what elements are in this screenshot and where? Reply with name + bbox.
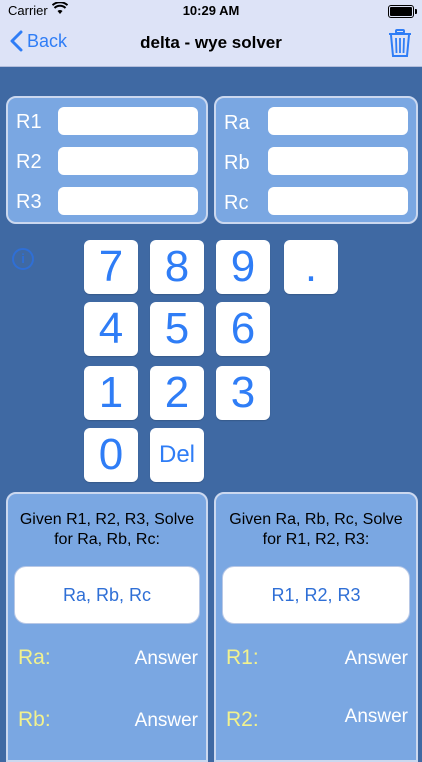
rb-result-label: Rb: [18,708,51,731]
status-time: 10:29 AM [182,3,240,18]
input-row-r1: R1 [8,106,206,136]
r2-result-value: Answer [344,706,408,727]
solve-right-title-line1: Given Ra, Rb, Rc, Solve [229,511,403,528]
info-icon[interactable]: i [12,248,34,270]
key-1[interactable]: 1 [84,366,138,420]
trash-icon [389,29,411,57]
rb-input[interactable] [268,147,408,175]
key-5[interactable]: 5 [150,302,204,356]
delta-inputs-panel: R1 R2 R3 [6,96,208,224]
ra-result-value: Answer [134,648,198,669]
solve-left-title-line2: for Ra, Rb, Rc: [54,531,160,548]
key-0[interactable]: 0 [84,428,138,482]
status-bar: Carrier 10:29 AM [0,0,422,22]
rc-label: Rc [224,192,249,214]
solve-left-title-line1: Given R1, R2, R3, Solve [19,511,195,528]
r1-input[interactable] [58,107,198,135]
ra-result-label: Ra: [18,646,51,669]
solve-right-title-line2: for R1, R2, R3: [262,531,370,548]
navigation-bar: Back delta - wye solver [0,22,422,67]
solve-delta-to-wye-panel: Given R1, R2, R3, Solve for Ra, Rb, Rc: … [6,492,208,762]
r1-result-label: R1: [226,646,259,669]
r2-label: R2 [16,151,42,173]
r1-result-value: Answer [344,648,408,669]
key-2[interactable]: 2 [150,366,204,420]
delete-key[interactable]: Del [150,428,204,482]
key-decimal[interactable]: . [284,240,338,294]
r1-label: R1 [16,111,42,133]
key-3[interactable]: 3 [216,366,270,420]
r2-input[interactable] [58,147,198,175]
battery-icon [388,5,417,18]
rc-input[interactable] [268,187,408,215]
trash-button[interactable] [388,29,412,62]
key-4[interactable]: 4 [84,302,138,356]
page-title: delta - wye solver [140,33,282,52]
r3-label: R3 [16,191,42,213]
ra-input[interactable] [268,107,408,135]
solve-left-title: Given R1, R2, R3, Solve for Ra, Rb, Rc: [8,510,206,550]
key-6[interactable]: 6 [216,302,270,356]
r2-result-label: R2: [226,708,259,731]
key-8[interactable]: 8 [150,240,204,294]
solve-ra-rb-rc-button[interactable]: Ra, Rb, Rc [14,566,200,624]
input-row-r3: R3 [8,186,206,216]
input-row-rb: Rb [216,146,416,176]
key-9[interactable]: 9 [216,240,270,294]
solve-wye-to-delta-panel: Given Ra, Rb, Rc, Solve for R1, R2, R3: … [214,492,418,762]
wye-inputs-panel: Ra Rb Rc [214,96,418,224]
solve-r1-r2-r3-button[interactable]: R1, R2, R3 [222,566,410,624]
rb-label: Rb [224,152,250,174]
input-row-rc: Rc [216,186,416,216]
solve-right-title: Given Ra, Rb, Rc, Solve for R1, R2, R3: [216,510,416,550]
input-row-ra: Ra [216,106,416,136]
rb-result-value: Answer [134,710,198,731]
ra-label: Ra [224,112,250,134]
input-row-r2: R2 [8,146,206,176]
r3-input[interactable] [58,187,198,215]
key-7[interactable]: 7 [84,240,138,294]
